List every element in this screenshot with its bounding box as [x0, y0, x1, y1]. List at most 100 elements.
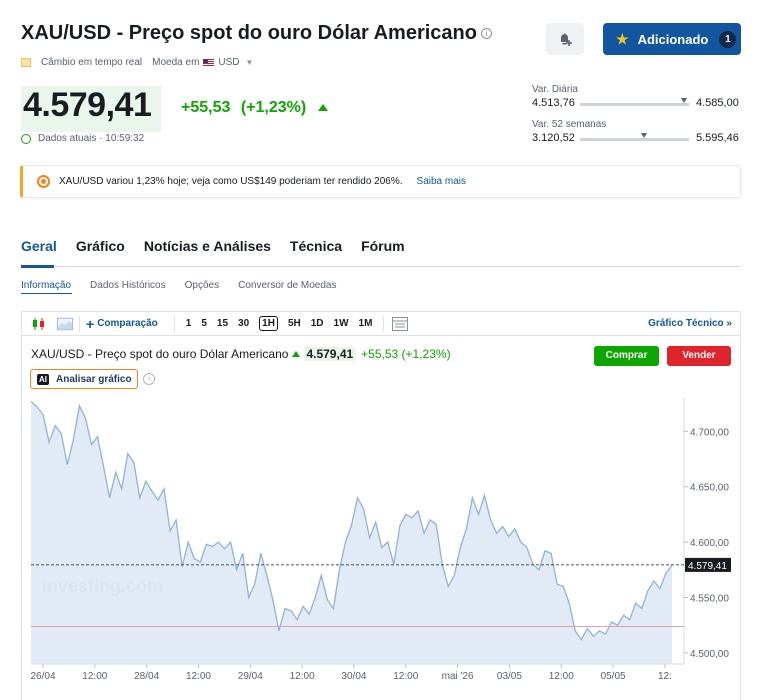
daily-range-marker — [680, 98, 687, 103]
week52-range-label: Var. 52 semanas — [532, 119, 607, 130]
interval-1w[interactable]: 1W — [334, 318, 349, 329]
y-tick-label: 4.650,00 — [690, 483, 729, 494]
tab-geral[interactable]: Geral — [21, 238, 57, 254]
interval-1[interactable]: 1 — [186, 318, 192, 329]
plus-icon: + — [86, 315, 95, 332]
last-price: 4.579,41 — [23, 86, 152, 124]
bell-plus-icon — [561, 33, 572, 46]
info-icon[interactable]: i — [481, 28, 492, 40]
toolbar-separator — [383, 315, 385, 332]
daily-range-bar — [580, 103, 689, 106]
timestamp-text: Dados atuais · 10:59:32 — [38, 133, 145, 144]
us-flag-icon — [203, 58, 215, 67]
x-tick-label: 03/05 — [497, 671, 522, 682]
info-icon[interactable]: i — [143, 373, 155, 385]
x-tick-label: 28/04 — [134, 671, 159, 682]
y-tick-label: 4.600,00 — [690, 538, 729, 549]
chart-price: 4.579,41 — [304, 347, 356, 361]
chart-toolbar: + Comparação 1 5 15 30 1H 5H 1D 1W 1M Grá… — [22, 312, 740, 336]
x-tick-label: mai '26 — [442, 671, 474, 682]
toolbar-separator — [79, 315, 80, 332]
interval-1m[interactable]: 1M — [359, 318, 373, 329]
subtab-opcoes[interactable]: Opções — [185, 280, 219, 291]
x-tick-label: 12:00 — [186, 671, 211, 682]
realtime-icon — [21, 58, 31, 67]
area-chart-icon[interactable] — [57, 317, 73, 331]
banner-text: XAU/USD variou 1,23% hoje; veja como US$… — [59, 176, 403, 187]
compare-button[interactable]: + Comparação — [86, 315, 158, 332]
star-icon: ★ — [616, 30, 629, 47]
active-tab-indicator — [21, 265, 54, 268]
x-tick-label: 29/04 — [238, 671, 263, 682]
ai-icon: AI — [37, 373, 49, 385]
chevron-down-icon: ▼ — [245, 58, 254, 67]
chart-change: +55,53 (+1,23%) — [361, 347, 451, 361]
week52-range-high: 5.595,46 — [696, 132, 739, 144]
interval-5[interactable]: 5 — [201, 318, 207, 329]
x-tick-label: 26/04 — [30, 671, 55, 682]
interval-1d[interactable]: 1D — [311, 318, 324, 329]
price-area-fill — [31, 401, 672, 664]
active-subtab-indicator — [21, 293, 72, 294]
currency-label: Moeda em — [152, 57, 200, 68]
subtab-conversor[interactable]: Conversor de Moedas — [238, 280, 336, 291]
main-tabs: Geral Gráfico Notícias e Análises Técnic… — [21, 238, 424, 254]
daily-range-low: 4.513,76 — [532, 97, 575, 109]
daily-range-high: 4.585,00 — [696, 97, 739, 109]
x-tick-label: 05/05 — [601, 671, 626, 682]
learn-more-link[interactable]: Saiba mais — [417, 176, 466, 187]
chart-title-text: XAU/USD - Preço spot do ouro Dólar Ameri… — [31, 347, 289, 361]
table-icon[interactable] — [392, 316, 409, 331]
x-tick-label: 12:00 — [290, 671, 315, 682]
performance-banner: XAU/USD variou 1,23% hoje; veja como US$… — [20, 165, 741, 198]
subtab-dados-historicos[interactable]: Dados Históricos — [90, 280, 166, 291]
chart-title: XAU/USD - Preço spot do ouro Dólar Ameri… — [31, 347, 451, 361]
x-tick-label: 12:00 — [549, 671, 574, 682]
interval-1h[interactable]: 1H — [259, 316, 278, 331]
x-tick-label: 12:00 — [393, 671, 418, 682]
y-tick-label: 4.550,00 — [690, 594, 729, 605]
y-tick-label: 4.700,00 — [690, 427, 729, 438]
quote-subline: Câmbio em tempo real Moeda em USD ▼ — [21, 57, 253, 68]
tab-grafico[interactable]: Gráfico — [76, 238, 125, 254]
up-arrow-icon — [317, 104, 328, 112]
change-percent: (+1,23%) — [240, 99, 307, 116]
target-icon — [37, 175, 50, 188]
interval-5h[interactable]: 5H — [288, 318, 301, 329]
price-chart[interactable]: 26/04 12:00 28/04 12:00 29/04 12:00 30/04 12:00… — [22, 398, 740, 700]
tab-forum[interactable]: Fórum — [361, 238, 405, 254]
sub-tabs: Informação Dados Históricos Opções Conve… — [21, 280, 355, 291]
toolbar-separator — [173, 315, 175, 332]
daily-range-label: Var. Diária — [532, 84, 578, 95]
sell-button[interactable]: Vender — [667, 346, 731, 366]
subtab-informacao[interactable]: Informação — [21, 280, 71, 291]
currency-selector[interactable]: USD — [218, 57, 239, 68]
tab-noticias[interactable]: Notícias e Análises — [144, 238, 271, 254]
tab-tecnica[interactable]: Técnica — [290, 238, 342, 254]
change-value: +55,53 — [181, 99, 231, 116]
up-arrow-icon — [292, 351, 301, 357]
technical-chart-link[interactable]: Gráfico Técnico » — [648, 318, 732, 329]
interval-30[interactable]: 30 — [238, 318, 249, 329]
x-tick-label: 30/04 — [341, 671, 366, 682]
week52-range-low: 3.120,52 — [532, 132, 575, 144]
price-change: +55,53 (+1,23%) — [181, 99, 328, 117]
x-tick-label: 12:00 — [82, 671, 107, 682]
data-timestamp: Dados atuais · 10:59:32 — [21, 133, 144, 144]
watchlist-added-button[interactable]: ★ Adicionado 1 — [603, 23, 741, 55]
watchlist-count-badge: 1 — [719, 30, 737, 48]
y-tick-label: 4.500,00 — [690, 649, 729, 660]
analyze-chart-button[interactable]: AI Analisar gráfico — [30, 369, 138, 389]
rate-type: Câmbio em tempo real — [41, 57, 143, 68]
candlestick-icon[interactable] — [31, 317, 47, 331]
buy-button[interactable]: Comprar — [594, 346, 659, 366]
week52-range-bar — [580, 138, 689, 141]
week52-range-marker — [641, 133, 648, 138]
interval-15[interactable]: 15 — [217, 318, 228, 329]
tabs-divider — [21, 266, 741, 267]
page-title: XAU/USD - Preço spot do ouro Dólar Ameri… — [21, 22, 492, 45]
price-alert-button[interactable] — [546, 23, 584, 55]
x-tick-label: 12: — [658, 671, 672, 682]
title-text: XAU/USD - Preço spot do ouro Dólar Ameri… — [21, 22, 477, 44]
compare-label: Comparação — [97, 318, 158, 329]
